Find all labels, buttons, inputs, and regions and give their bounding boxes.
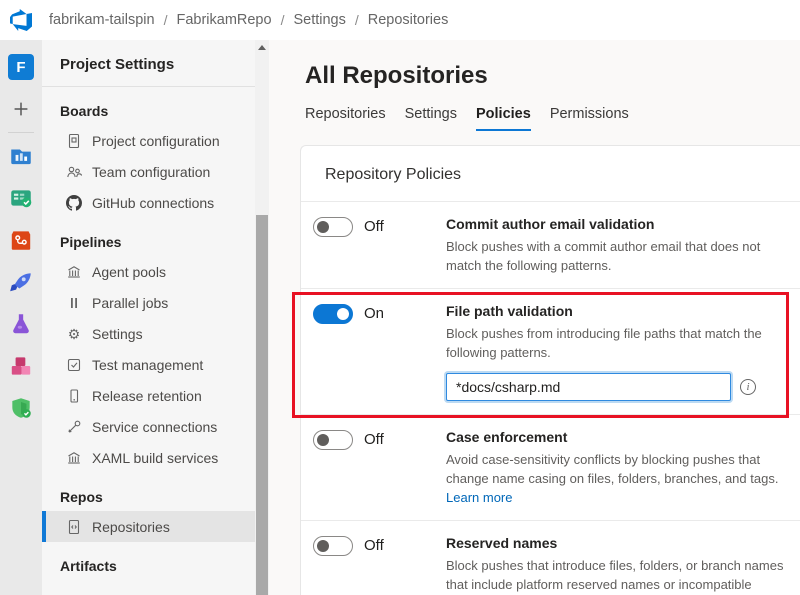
breadcrumb-settings[interactable]: Settings — [293, 12, 345, 28]
policy-row-case-enforcement: Off Case enforcement Avoid case-sensitiv… — [301, 414, 800, 520]
policy-description-text: Avoid case-sensitivity conflicts by bloc… — [446, 452, 778, 486]
toggle-state-label: Off — [364, 217, 384, 235]
sidebar-section-artifacts: Artifacts — [42, 542, 255, 580]
sidebar-item-project-configuration[interactable]: Project configuration — [42, 125, 255, 156]
sidebar-item-parallel-jobs[interactable]: Parallel jobs — [42, 287, 255, 318]
learn-more-link[interactable]: Learn more — [446, 490, 512, 505]
toggle-case-enforcement[interactable] — [313, 430, 353, 450]
sidebar-item-label: Release retention — [92, 388, 202, 404]
tab-bar: Repositories Settings Policies Permissio… — [305, 106, 800, 131]
policy-description: Block pushes with a commit author email … — [446, 237, 784, 275]
main-content: All Repositories Repositories Settings P… — [269, 40, 800, 595]
azure-devops-window: fabrikam-tailspin / FabrikamRepo / Setti… — [0, 0, 800, 595]
sidebar-item-settings[interactable]: ⚙ Settings — [42, 318, 255, 349]
test-plans-icon[interactable] — [8, 311, 34, 337]
toggle-state-label: Off — [364, 536, 384, 554]
test-boards-icon[interactable] — [8, 185, 34, 211]
sidebar-item-agent-pools[interactable]: Agent pools — [42, 256, 255, 287]
breadcrumb-bar: fabrikam-tailspin / FabrikamRepo / Setti… — [0, 0, 800, 40]
sidebar-section-pipelines: Pipelines — [42, 218, 255, 256]
toggle-commit-author-email-validation[interactable] — [313, 217, 353, 237]
code-file-icon — [66, 519, 82, 535]
sidebar-title: Project Settings — [42, 40, 255, 87]
policy-description-text: Block pushes that introduce files, folde… — [446, 558, 783, 595]
breadcrumb-project[interactable]: FabrikamRepo — [176, 12, 271, 28]
policy-description: Avoid case-sensitivity conflicts by bloc… — [446, 450, 784, 507]
app-icon-rail: F — [0, 40, 42, 595]
card-title: Repository Policies — [301, 146, 800, 202]
policy-name: File path validation — [446, 303, 784, 319]
policy-name: Case enforcement — [446, 429, 784, 445]
sidebar-item-label: Project configuration — [92, 133, 220, 149]
info-icon[interactable] — [740, 379, 756, 395]
device-icon — [66, 388, 82, 404]
breadcrumb-separator: / — [281, 12, 285, 28]
breadcrumb-repositories[interactable]: Repositories — [368, 12, 449, 28]
sidebar-item-label: Repositories — [92, 519, 170, 535]
sidebar-item-label: GitHub connections — [92, 195, 214, 211]
project-settings-sidebar: Project Settings Boards Project configur… — [42, 40, 255, 595]
breadcrumb-separator: / — [355, 12, 359, 28]
policy-row-commit-author-email-validation: Off Commit author email validation Block… — [301, 202, 800, 288]
tab-permissions[interactable]: Permissions — [550, 106, 629, 131]
sidebar-item-github-connections[interactable]: GitHub connections — [42, 187, 255, 218]
scrollbar-thumb[interactable] — [256, 215, 268, 595]
sidebar-item-label: Test management — [92, 357, 203, 373]
policy-description: Block pushes that introduce files, folde… — [446, 556, 784, 595]
checkbox-icon — [66, 357, 82, 373]
breadcrumb-separator: / — [164, 12, 168, 28]
sidebar-item-label: Team configuration — [92, 164, 210, 180]
artifacts-icon[interactable] — [8, 353, 34, 379]
policy-row-file-path-validation: On File path validation Block pushes fro… — [301, 288, 800, 414]
document-gear-icon — [66, 133, 82, 149]
building-icon — [66, 450, 82, 466]
rail-divider — [8, 132, 34, 133]
sidebar-item-test-management[interactable]: Test management — [42, 349, 255, 380]
connector-icon — [66, 419, 82, 435]
sidebar-item-service-connections[interactable]: Service connections — [42, 411, 255, 442]
toggle-reserved-names[interactable] — [313, 536, 353, 556]
team-icon — [66, 164, 82, 180]
toggle-state-label: On — [364, 304, 384, 322]
github-icon — [66, 195, 82, 211]
toggle-file-path-validation[interactable] — [313, 304, 353, 324]
security-shield-icon[interactable] — [8, 395, 34, 421]
sidebar-item-repositories[interactable]: Repositories — [42, 511, 255, 542]
repository-policies-card: Repository Policies Off Commit author em… — [300, 145, 800, 595]
pipelines-icon[interactable] — [8, 269, 34, 295]
sidebar-item-label: Agent pools — [92, 264, 166, 280]
tab-settings[interactable]: Settings — [405, 106, 457, 131]
sidebar-item-label: Settings — [92, 326, 143, 342]
toggle-state-label: Off — [364, 430, 384, 448]
sidebar-item-team-configuration[interactable]: Team configuration — [42, 156, 255, 187]
sidebar-item-label: XAML build services — [92, 450, 218, 466]
project-avatar[interactable]: F — [8, 54, 34, 80]
add-icon[interactable] — [8, 96, 34, 122]
parallel-bars-icon — [66, 295, 82, 311]
building-icon — [66, 264, 82, 280]
boards-icon[interactable] — [8, 143, 34, 169]
policy-name: Reserved names — [446, 535, 784, 551]
sidebar-scrollbar[interactable] — [255, 40, 269, 595]
azure-devops-logo-icon[interactable] — [10, 9, 32, 31]
sidebar-section-boards: Boards — [42, 87, 255, 125]
sidebar-item-xaml-build-services[interactable]: XAML build services — [42, 442, 255, 473]
policy-name: Commit author email validation — [446, 216, 784, 232]
sidebar-item-label: Service connections — [92, 419, 217, 435]
repos-icon[interactable] — [8, 227, 34, 253]
tab-repositories[interactable]: Repositories — [305, 106, 386, 131]
sidebar-item-release-retention[interactable]: Release retention — [42, 380, 255, 411]
sidebar-item-label: Parallel jobs — [92, 295, 168, 311]
gear-icon: ⚙ — [66, 326, 82, 342]
file-path-pattern-input[interactable] — [446, 373, 731, 401]
policy-row-reserved-names: Off Reserved names Block pushes that int… — [301, 520, 800, 595]
policy-description: Block pushes from introducing file paths… — [446, 324, 784, 362]
page-title: All Repositories — [305, 62, 800, 90]
tab-policies[interactable]: Policies — [476, 106, 531, 131]
sidebar-section-repos: Repos — [42, 473, 255, 511]
breadcrumb-org[interactable]: fabrikam-tailspin — [49, 12, 155, 28]
scroll-up-arrow-icon[interactable] — [258, 45, 266, 50]
